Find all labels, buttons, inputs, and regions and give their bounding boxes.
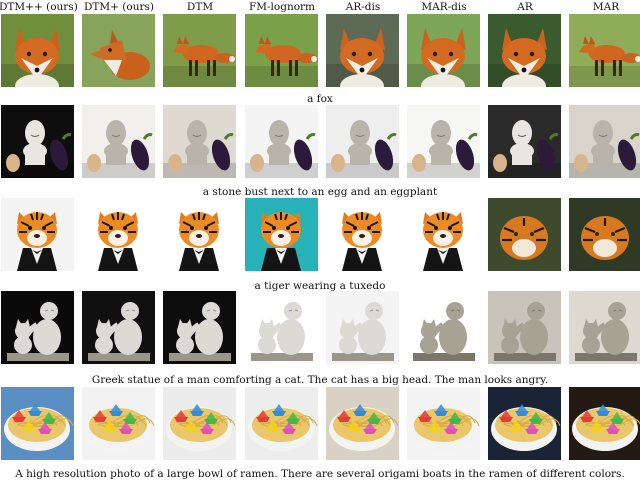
- generated-image: [326, 291, 399, 364]
- generated-image: [163, 105, 236, 178]
- generated-image: [326, 14, 399, 87]
- ramen-image: [245, 387, 318, 460]
- fox-walk-image: [569, 14, 640, 87]
- ramen-image: [407, 387, 480, 460]
- generated-image: [488, 387, 561, 460]
- generated-image: [245, 14, 318, 87]
- generated-image: [245, 198, 318, 271]
- generated-image: [1, 387, 74, 460]
- generated-image: [569, 387, 640, 460]
- statue-dark-image: [245, 291, 318, 364]
- tiger-image: [1, 198, 74, 271]
- tiger-image: [245, 198, 318, 271]
- column-header: FM-lognorm: [248, 1, 316, 13]
- statue-dark-image: [163, 291, 236, 364]
- bust-light-image: [163, 105, 236, 178]
- statue-light-image: [407, 291, 480, 364]
- fox-face-image: [488, 14, 561, 87]
- generated-image: [326, 105, 399, 178]
- tiger-photo-image: [488, 198, 561, 271]
- fox-walk-image: [163, 14, 236, 87]
- generated-image: [1, 14, 74, 87]
- tiger-image: [163, 198, 236, 271]
- ramen-image: [1, 387, 74, 460]
- ramen-image: [82, 387, 155, 460]
- row-caption: a stone bust next to an egg and an eggpl…: [202, 186, 438, 198]
- generated-image: [245, 105, 318, 178]
- fox-face-image: [1, 14, 74, 87]
- column-header: MAR: [592, 1, 620, 13]
- generated-image: [245, 387, 318, 460]
- generated-image: [569, 14, 640, 87]
- generated-image: [163, 387, 236, 460]
- generated-image: [488, 291, 561, 364]
- bust-light-image: [82, 105, 155, 178]
- generated-image: [488, 14, 561, 87]
- generated-image: [1, 291, 74, 364]
- column-header: DTM++ (ours): [0, 1, 78, 13]
- bust-light-image: [245, 105, 318, 178]
- statue-dark-image: [82, 291, 155, 364]
- generated-image: [407, 14, 480, 87]
- statue-light-image: [569, 291, 640, 364]
- column-header: DTM: [186, 1, 214, 13]
- column-header: AR: [517, 1, 533, 13]
- generated-image: [326, 198, 399, 271]
- tiger-image: [82, 198, 155, 271]
- generated-image: [488, 105, 561, 178]
- generated-image: [569, 105, 640, 178]
- bust-dark-image: [1, 105, 74, 178]
- generated-image: [82, 291, 155, 364]
- generated-image: [569, 291, 640, 364]
- generated-image: [326, 387, 399, 460]
- generated-image: [488, 198, 561, 271]
- tiger-image: [326, 198, 399, 271]
- tiger-image: [407, 198, 480, 271]
- comparison-figure: DTM++ (ours) DTM+ (ours) DTM FM-lognorm AR-d…: [0, 0, 640, 480]
- generated-image: [407, 291, 480, 364]
- tiger-photo-image: [569, 198, 640, 271]
- statue-dark-image: [1, 291, 74, 364]
- generated-image: [407, 105, 480, 178]
- row-caption: A high resolution photo of a large bowl …: [15, 468, 625, 480]
- row-caption: Greek statue of a man comforting a cat. …: [91, 374, 549, 386]
- bust-light-image: [326, 105, 399, 178]
- ramen-image: [326, 387, 399, 460]
- row-caption: a fox: [307, 93, 333, 105]
- generated-image: [82, 14, 155, 87]
- fox-walk-image: [245, 14, 318, 87]
- fox-face-image: [407, 14, 480, 87]
- fox-face-image: [326, 14, 399, 87]
- generated-image: [82, 387, 155, 460]
- fox-side-image: [82, 14, 155, 87]
- generated-image: [407, 387, 480, 460]
- generated-image: [163, 291, 236, 364]
- bust-dark-image: [488, 105, 561, 178]
- column-header: DTM+ (ours): [84, 1, 154, 13]
- statue-light-image: [488, 291, 561, 364]
- generated-image: [1, 198, 74, 271]
- bust-light-image: [569, 105, 640, 178]
- generated-image: [163, 14, 236, 87]
- ramen-image: [569, 387, 640, 460]
- column-header: MAR-dis: [421, 1, 467, 13]
- generated-image: [245, 291, 318, 364]
- ramen-image: [488, 387, 561, 460]
- generated-image: [163, 198, 236, 271]
- ramen-image: [163, 387, 236, 460]
- bust-light-image: [407, 105, 480, 178]
- generated-image: [82, 198, 155, 271]
- generated-image: [1, 105, 74, 178]
- generated-image: [82, 105, 155, 178]
- generated-image: [407, 198, 480, 271]
- statue-dark-image: [326, 291, 399, 364]
- generated-image: [569, 198, 640, 271]
- column-header: AR-dis: [345, 1, 381, 13]
